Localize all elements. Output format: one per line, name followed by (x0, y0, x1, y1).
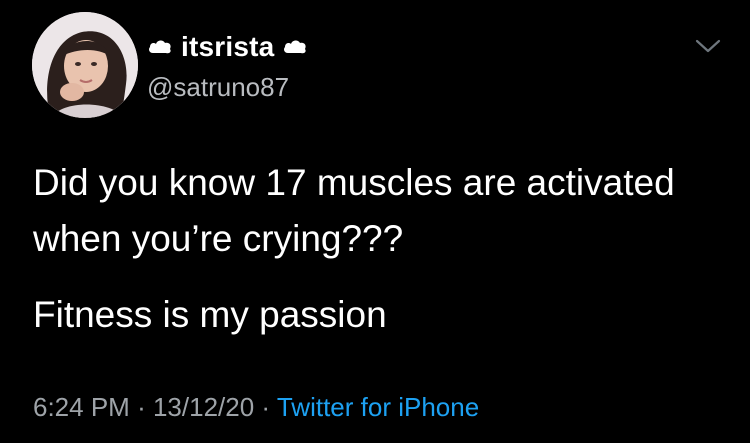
avatar[interactable] (32, 12, 138, 118)
username-handle[interactable]: @satruno87 (147, 72, 289, 103)
cloud-icon (147, 37, 173, 57)
tweet-source-link[interactable]: Twitter for iPhone (277, 392, 479, 422)
tweet-date[interactable]: 13/12/20 (153, 392, 254, 422)
meta-separator: · (137, 392, 146, 422)
chevron-down-icon[interactable] (694, 36, 722, 56)
avatar-photo (32, 12, 138, 118)
tweet-text: Did you know 17 muscles are activated wh… (33, 155, 733, 343)
tweet-text-line: Fitness is my passion (33, 294, 387, 335)
tweet-text-line: when you’re crying??? (33, 218, 404, 259)
author-name-row[interactable]: itsrista (147, 30, 308, 64)
tweet-card: itsrista @satruno87 Did you know 17 musc… (0, 0, 750, 443)
tweet-text-line: Did you know 17 muscles are activated (33, 162, 675, 203)
cloud-icon (282, 37, 308, 57)
tweet-time[interactable]: 6:24 PM (33, 392, 130, 422)
meta-separator: · (261, 392, 271, 422)
tweet-meta: 6:24 PM · 13/12/20 · Twitter for iPhone (33, 392, 479, 423)
display-name[interactable]: itsrista (181, 31, 274, 63)
